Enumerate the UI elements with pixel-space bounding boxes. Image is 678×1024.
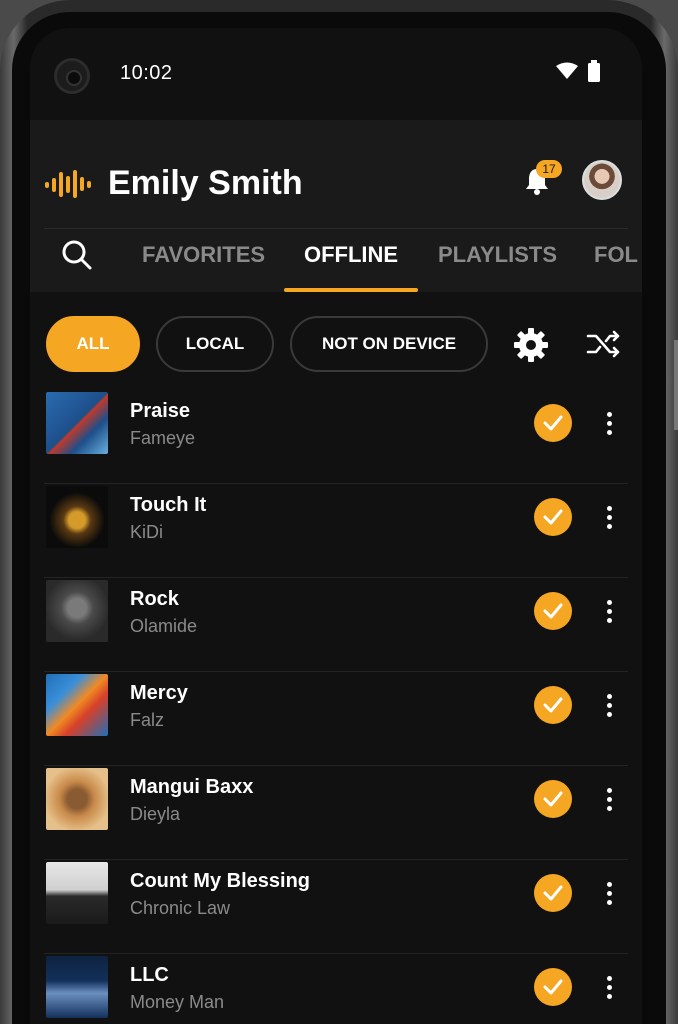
tab-favorites[interactable]: FAVORITES <box>142 242 265 268</box>
song-artist: KiDi <box>130 522 164 542</box>
song-row[interactable]: LLC Money Man <box>44 954 628 1024</box>
more-options-icon[interactable] <box>602 968 616 1006</box>
status-bar: 10:02 <box>30 28 642 120</box>
song-row[interactable]: Rock Olamide <box>44 578 628 672</box>
system-icons <box>556 60 600 82</box>
user-avatar[interactable] <box>582 160 622 200</box>
album-art <box>46 674 108 736</box>
album-art <box>46 768 108 830</box>
song-row[interactable]: Mercy Falz <box>44 672 628 766</box>
header-divider <box>44 228 628 229</box>
song-title: Mercy <box>130 682 188 704</box>
song-title: Count My Blessing <box>130 870 311 892</box>
album-art <box>46 956 108 1018</box>
downloaded-check-icon <box>534 498 572 536</box>
song-artist: Chronic Law <box>130 898 231 918</box>
status-time: 10:02 <box>120 62 173 84</box>
song-title: Mangui Baxx <box>130 776 254 798</box>
tab-following[interactable]: FOL <box>594 242 638 268</box>
album-art <box>46 392 108 454</box>
song-title: Rock <box>130 588 179 610</box>
filter-not-on-device-button[interactable]: NOT ON DEVICE <box>290 316 488 372</box>
wifi-icon <box>556 62 578 79</box>
song-artist: Dieyla <box>130 804 181 824</box>
audiomack-logo-icon <box>45 170 91 198</box>
app-header: Emily Smith 17 <box>30 120 642 230</box>
more-options-icon[interactable] <box>602 686 616 724</box>
song-title: Praise <box>130 400 191 422</box>
song-artist: Money Man <box>130 992 225 1012</box>
downloaded-check-icon <box>534 780 572 818</box>
more-options-icon[interactable] <box>602 404 616 442</box>
notification-badge: 17 <box>536 160 562 178</box>
battery-icon <box>588 60 600 82</box>
downloaded-check-icon <box>534 404 572 442</box>
more-options-icon[interactable] <box>602 592 616 630</box>
more-options-icon[interactable] <box>602 780 616 818</box>
song-row[interactable]: Touch It KiDi <box>44 484 628 578</box>
downloaded-check-icon <box>534 592 572 630</box>
song-artist: Fameye <box>130 428 196 448</box>
more-options-icon[interactable] <box>602 874 616 912</box>
album-art <box>46 486 108 548</box>
album-art <box>46 862 108 924</box>
song-row[interactable]: Praise Fameye <box>44 390 628 484</box>
song-artist: Falz <box>130 710 165 730</box>
profile-name: Emily Smith <box>108 164 303 202</box>
downloaded-check-icon <box>534 686 572 724</box>
more-options-icon[interactable] <box>602 498 616 536</box>
filter-bar: ALL LOCAL NOT ON DEVICE <box>30 292 642 392</box>
song-row[interactable]: Count My Blessing Chronic Law <box>44 860 628 954</box>
song-row[interactable]: Mangui Baxx Dieyla <box>44 766 628 860</box>
phone-frame: 10:02 Emily Smith 17 FAVORITES OFFLINE P… <box>0 0 678 1024</box>
front-camera <box>54 58 90 94</box>
filter-all-button[interactable]: ALL <box>46 316 140 372</box>
song-title: LLC <box>130 964 169 986</box>
settings-gear-icon[interactable] <box>512 326 550 364</box>
shuffle-icon[interactable] <box>586 328 622 360</box>
side-button <box>674 340 678 430</box>
downloaded-check-icon <box>534 968 572 1006</box>
tab-offline[interactable]: OFFLINE <box>304 242 398 268</box>
album-art <box>46 580 108 642</box>
song-title: Touch It <box>130 494 207 516</box>
filter-local-button[interactable]: LOCAL <box>156 316 274 372</box>
library-tabs: FAVORITES OFFLINE PLAYLISTS FOL <box>30 230 642 292</box>
app-screen: 10:02 Emily Smith 17 FAVORITES OFFLINE P… <box>30 28 642 1024</box>
search-icon[interactable] <box>60 238 94 272</box>
tab-playlists[interactable]: PLAYLISTS <box>438 242 557 268</box>
downloaded-check-icon <box>534 874 572 912</box>
offline-song-list: Praise Fameye Touch It KiDi Rock Olamide… <box>30 390 642 1024</box>
song-artist: Olamide <box>130 616 198 636</box>
